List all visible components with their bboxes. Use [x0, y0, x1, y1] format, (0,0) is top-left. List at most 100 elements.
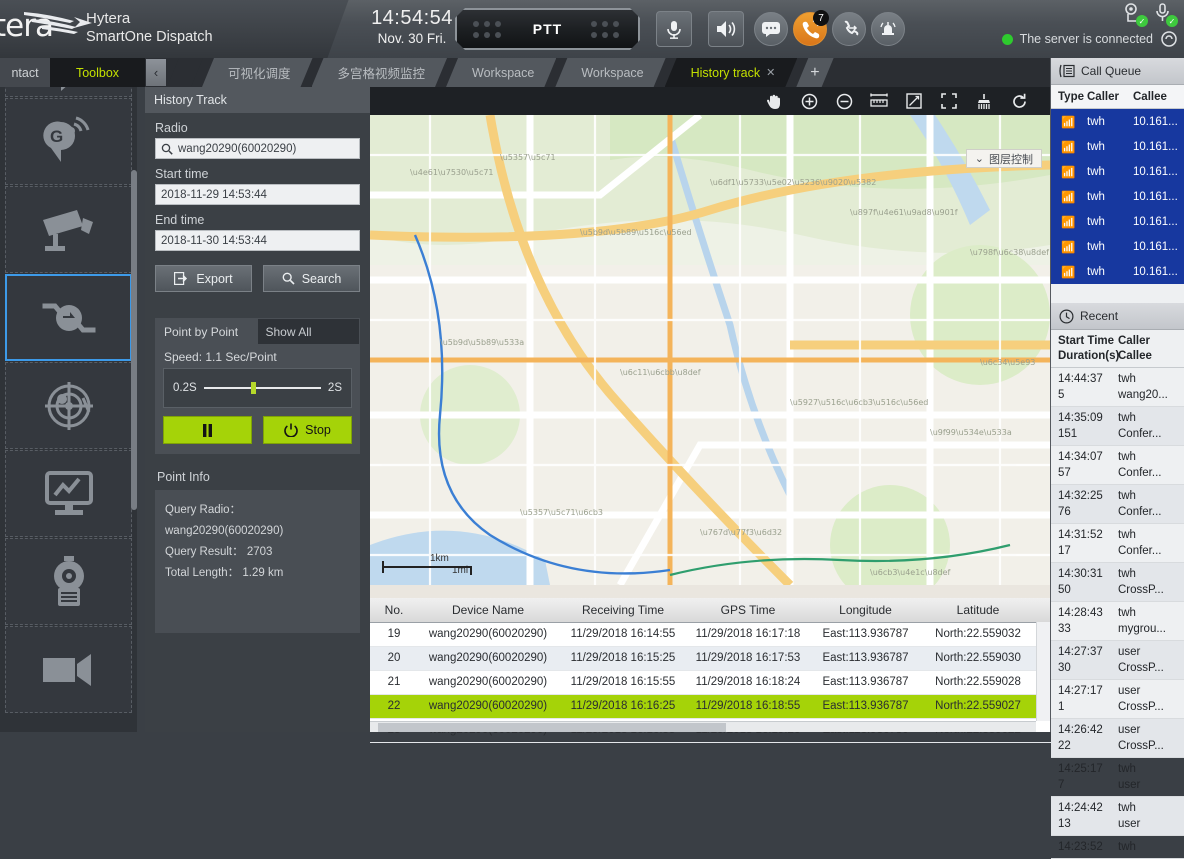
- table-row-selected[interactable]: 22 wang20290(60020290) 11/29/2018 16:16:…: [370, 694, 1133, 718]
- recent-row[interactable]: 14:31:5217twhConfer...: [1051, 524, 1184, 563]
- phone-call-icon[interactable]: 7: [793, 12, 827, 46]
- tab-video-monitor[interactable]: 多宫格视频监控: [312, 58, 448, 87]
- sidebar-item-message[interactable]: [5, 87, 132, 97]
- call-queue-row[interactable]: 📶twh10.161...: [1051, 259, 1184, 284]
- radio-icon: 📶: [1051, 265, 1087, 279]
- slider-knob[interactable]: [251, 382, 256, 394]
- query-result-label: Query Result：: [165, 546, 244, 558]
- col-no[interactable]: No.: [370, 598, 418, 622]
- call-queue-row[interactable]: 📶twh10.161...: [1051, 184, 1184, 209]
- pan-hand-icon[interactable]: [765, 92, 783, 110]
- refresh-icon[interactable]: [1010, 92, 1028, 110]
- sidebar-item-geofence[interactable]: G: [5, 98, 132, 185]
- call-queue-row[interactable]: 📶twh10.161...: [1051, 109, 1184, 134]
- tab-contact[interactable]: ntact: [0, 58, 50, 87]
- measure-distance-icon[interactable]: [870, 92, 888, 110]
- tab-workspace-2[interactable]: Workspace: [555, 58, 665, 87]
- map-canvas[interactable]: \u4e61\u7530\u5c71\u5357\u5c71 \u5b9d\u5…: [370, 115, 1050, 585]
- query-radio-row: Query Radio： wang20290(60020290): [165, 500, 360, 542]
- call-forward-icon[interactable]: [832, 12, 866, 46]
- table-horizontal-scrollbar[interactable]: [370, 721, 1036, 732]
- sidebar-item-monitor[interactable]: [5, 450, 132, 537]
- mic-status-icon[interactable]: ✓: [1152, 2, 1176, 26]
- radio-input[interactable]: wang20290(60020290): [155, 138, 360, 159]
- col-device-name[interactable]: Device Name: [418, 598, 558, 622]
- scrollbar-thumb[interactable]: [378, 723, 726, 732]
- export-button[interactable]: Export: [155, 265, 252, 292]
- table-row[interactable]: 19 wang20290(60020290) 11/29/2018 16:14:…: [370, 622, 1133, 646]
- measure-area-icon[interactable]: [940, 92, 958, 110]
- tab-bar: ntact Toolbox ‹ 可视化调度 多宫格视频监控 Workspace …: [0, 58, 1184, 87]
- rail-scrollbar[interactable]: [131, 170, 137, 510]
- tab-visual-dispatch[interactable]: 可视化调度: [202, 58, 313, 87]
- table-vertical-scrollbar[interactable]: [1036, 622, 1050, 721]
- export-icon: [174, 272, 189, 285]
- call-queue-row[interactable]: 📶twh10.161...: [1051, 159, 1184, 184]
- col-latitude[interactable]: Latitude: [923, 598, 1033, 622]
- call-queue-row[interactable]: 📶twh10.161...: [1051, 134, 1184, 159]
- table-row[interactable]: 20 wang20290(60020290) 11/29/2018 16:15:…: [370, 646, 1133, 670]
- hytera-wing-logo: [22, 8, 94, 36]
- sidebar-item-video[interactable]: [5, 626, 132, 713]
- tab-show-all[interactable]: Show All: [258, 319, 360, 344]
- start-time: 14:35:09: [1058, 410, 1118, 426]
- layer-control-button[interactable]: ⌄ 图层控制: [966, 149, 1042, 168]
- stop-button[interactable]: Stop: [263, 416, 352, 444]
- recent-row[interactable]: 14:34:0757twhConfer...: [1051, 446, 1184, 485]
- recent-row[interactable]: 14:35:09151twhConfer...: [1051, 407, 1184, 446]
- caller: twh: [1087, 241, 1133, 253]
- speaker-icon[interactable]: [708, 11, 744, 47]
- recent-row[interactable]: 14:32:2576twhConfer...: [1051, 485, 1184, 524]
- pause-button[interactable]: [163, 416, 252, 444]
- measure-line-icon[interactable]: [905, 92, 923, 110]
- recent-row[interactable]: 14:28:4333twhmygrou...: [1051, 602, 1184, 641]
- sidebar-item-radio[interactable]: [5, 538, 132, 625]
- recent-row[interactable]: 14:26:4222userCrossP...: [1051, 719, 1184, 758]
- call-queue-row[interactable]: 📶twh10.161...: [1051, 209, 1184, 234]
- message-icon[interactable]: [754, 12, 788, 46]
- start-time-input[interactable]: 2018-11-29 14:53:44: [155, 184, 360, 205]
- call-queue-row[interactable]: 📶twh10.161...: [1051, 234, 1184, 259]
- slider-track[interactable]: [204, 387, 321, 389]
- close-icon[interactable]: ✕: [766, 66, 775, 79]
- end-time-input[interactable]: 2018-11-30 14:53:44: [155, 230, 360, 251]
- zoom-out-icon[interactable]: [835, 92, 853, 110]
- tab-point-by-point[interactable]: Point by Point: [156, 319, 258, 344]
- recent-row[interactable]: 14:44:375twhwang20...: [1051, 368, 1184, 407]
- total-length-label: Total Length：: [165, 567, 239, 579]
- recent-row[interactable]: 14:27:3730userCrossP...: [1051, 641, 1184, 680]
- gps-status-icon[interactable]: ✓: [1122, 2, 1146, 26]
- duration: 22: [1058, 738, 1118, 754]
- recent-row[interactable]: 14:30:3150twhCrossP...: [1051, 563, 1184, 602]
- ptt-button[interactable]: PTT: [455, 8, 640, 50]
- recent-row[interactable]: 14:23:52twh: [1051, 836, 1184, 859]
- sync-status-icon[interactable]: [1160, 30, 1178, 48]
- col-gps-time[interactable]: GPS Time: [688, 598, 808, 622]
- recent-row[interactable]: 14:24:4213twhuser: [1051, 797, 1184, 836]
- tab-spacer: [167, 58, 203, 87]
- caller: twh: [1118, 449, 1178, 465]
- speed-slider[interactable]: 0.2S 2S: [163, 368, 352, 408]
- server-status: The server is connected: [1002, 30, 1178, 48]
- microphone-icon[interactable]: [656, 11, 692, 47]
- recent-row[interactable]: 14:27:171userCrossP...: [1051, 680, 1184, 719]
- sidebar-item-radar[interactable]: [5, 362, 132, 449]
- add-tab-button[interactable]: +: [796, 58, 833, 87]
- caller: twh: [1118, 566, 1178, 582]
- table-row[interactable]: 21 wang20290(60020290) 11/29/2018 16:15:…: [370, 670, 1133, 694]
- zoom-in-icon[interactable]: [800, 92, 818, 110]
- recent-row[interactable]: 14:25:177twhuser: [1051, 758, 1184, 797]
- search-button[interactable]: Search: [263, 265, 360, 292]
- col-callee: Callee: [1133, 91, 1167, 103]
- clear-broom-icon[interactable]: [975, 92, 993, 110]
- sidebar-item-history-track[interactable]: [5, 274, 132, 361]
- collapse-panel-button[interactable]: ‹: [146, 59, 166, 86]
- tab-workspace-1[interactable]: Workspace: [446, 58, 556, 87]
- sidebar-item-cctv[interactable]: [5, 186, 132, 273]
- col-longitude[interactable]: Longitude: [808, 598, 923, 622]
- alarm-icon[interactable]: [871, 12, 905, 46]
- tab-history-track[interactable]: History track ✕: [665, 58, 798, 87]
- col-receiving-time[interactable]: Receiving Time: [558, 598, 688, 622]
- tab-toolbox[interactable]: Toolbox: [50, 58, 145, 87]
- cell-lat: North:22.559027: [923, 694, 1033, 718]
